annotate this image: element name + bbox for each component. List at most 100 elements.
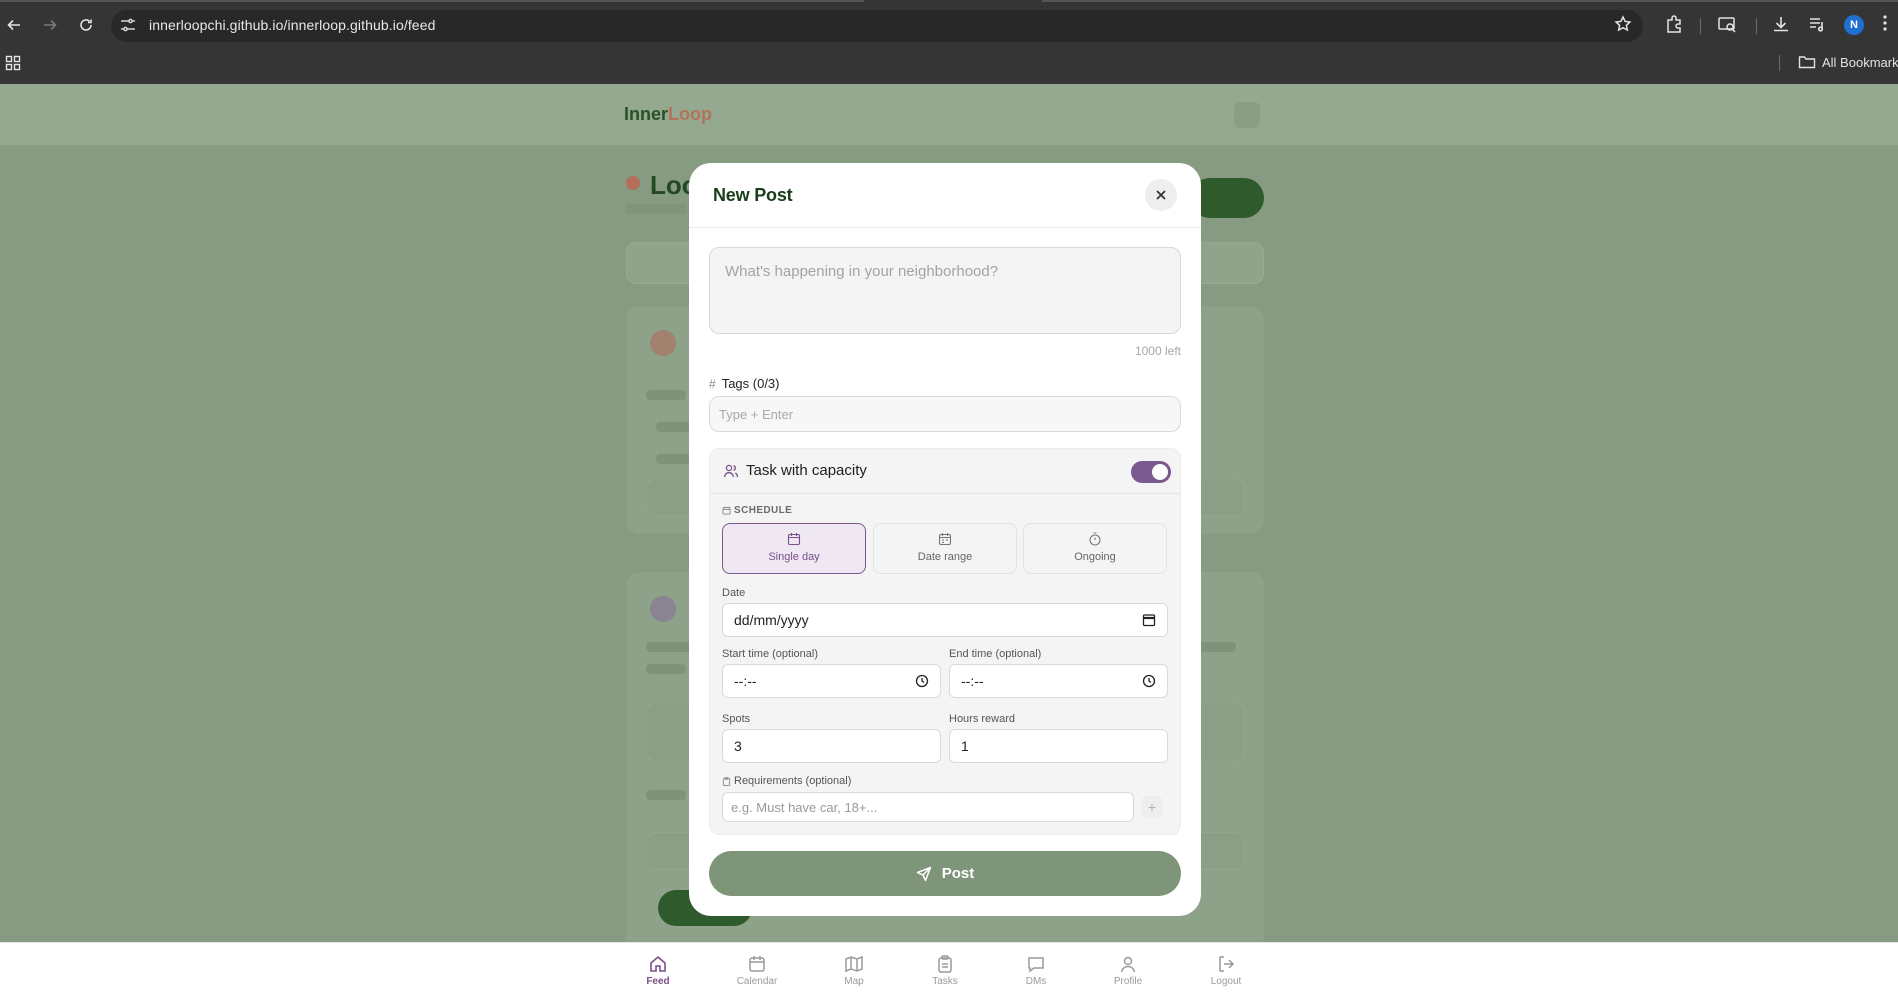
post-text-line xyxy=(1196,642,1236,652)
post-button[interactable]: Post xyxy=(709,851,1181,896)
url-text[interactable]: innerloopchi.github.io/innerloop.github.… xyxy=(149,17,435,33)
requirements-label: Requirements (optional) xyxy=(722,775,851,787)
forward-icon[interactable] xyxy=(39,14,61,36)
close-button[interactable] xyxy=(1145,179,1177,211)
logo-part-2: Loop xyxy=(668,104,712,124)
schedule-option-label: Ongoing xyxy=(1074,551,1116,563)
all-bookmarks-link[interactable]: All Bookmarks xyxy=(1822,55,1898,70)
nav-map[interactable]: Map xyxy=(824,943,884,993)
feed-subtitle xyxy=(626,204,686,214)
calendar-icon xyxy=(722,506,731,515)
toolbar-separator xyxy=(1756,18,1757,34)
app-header: InnerLoop xyxy=(0,84,1898,145)
chars-left-counter: 1000 left xyxy=(1134,344,1181,358)
date-input-value: dd/mm/yyyy xyxy=(734,612,809,628)
date-input[interactable]: dd/mm/yyyy xyxy=(722,603,1168,637)
more-menu-icon[interactable] xyxy=(1882,14,1892,36)
calendar-picker-icon[interactable] xyxy=(1142,613,1156,627)
nav-label: DMs xyxy=(1025,976,1047,987)
task-capacity-panel: Task with capacity SCHEDULE Single day D… xyxy=(709,448,1181,835)
site-settings-icon[interactable] xyxy=(119,16,139,36)
back-icon[interactable] xyxy=(3,14,25,36)
reload-icon[interactable] xyxy=(75,14,97,36)
extensions-icon[interactable] xyxy=(1664,14,1686,36)
clock-icon[interactable] xyxy=(915,674,929,688)
post-button-label: Post xyxy=(941,865,975,882)
app-logo[interactable]: InnerLoop xyxy=(624,104,712,125)
map-icon xyxy=(845,955,863,973)
home-icon xyxy=(650,955,666,972)
location-pin-icon xyxy=(626,176,640,190)
avatar xyxy=(650,596,676,622)
hours-reward-label: Hours reward xyxy=(949,713,1016,725)
requirements-input[interactable]: e.g. Must have car, 18+... xyxy=(722,792,1134,822)
tags-input[interactable] xyxy=(709,396,1181,432)
message-icon xyxy=(1028,957,1044,973)
bookmark-star-icon[interactable] xyxy=(1614,15,1636,37)
hours-reward-input[interactable]: 1 xyxy=(949,729,1168,763)
add-requirement-button[interactable]: + xyxy=(1141,796,1163,818)
profile-avatar[interactable]: N xyxy=(1844,15,1864,35)
logo-part-1: Inner xyxy=(624,104,669,124)
requirements-label-text: Requirements (optional) xyxy=(734,775,852,787)
task-capacity-label: Task with capacity xyxy=(746,462,867,479)
bottom-nav: Feed Calendar Map Tasks DMs Profile Logo… xyxy=(0,942,1898,993)
tab-strip-edge xyxy=(0,0,864,2)
bookmarks-separator xyxy=(1779,55,1780,71)
schedule-label-text: SCHEDULE xyxy=(734,505,793,516)
post-text-line xyxy=(646,790,686,800)
media-controls-icon[interactable] xyxy=(1807,14,1829,36)
toggle-knob xyxy=(1152,464,1168,480)
nav-calendar[interactable]: Calendar xyxy=(727,943,787,993)
clipboard-icon xyxy=(722,776,731,786)
apps-grid-icon[interactable] xyxy=(5,55,21,71)
send-icon xyxy=(916,866,931,881)
schedule-option-label: Date range xyxy=(917,551,973,563)
spots-input[interactable]: 3 xyxy=(722,729,941,763)
schedule-single-day[interactable]: Single day xyxy=(722,523,866,574)
nav-label: Tasks xyxy=(932,976,958,987)
calendar-icon xyxy=(787,533,801,546)
nav-label: Map xyxy=(844,976,864,987)
hash-icon: # xyxy=(709,376,716,391)
tab-strip-edge xyxy=(1042,0,1898,2)
task-capacity-header: Task with capacity xyxy=(710,449,1180,494)
download-icon[interactable] xyxy=(1771,14,1793,36)
nav-label: Calendar xyxy=(736,976,778,987)
task-capacity-toggle[interactable] xyxy=(1131,461,1171,483)
requirements-placeholder: e.g. Must have car, 18+... xyxy=(731,799,878,815)
avatar xyxy=(650,330,676,356)
end-time-value: --:-- xyxy=(961,673,984,689)
tab-search-icon[interactable] xyxy=(1717,14,1739,36)
nav-logout[interactable]: Logout xyxy=(1196,943,1256,993)
nav-feed[interactable]: Feed xyxy=(628,943,688,993)
timer-icon xyxy=(1089,532,1101,546)
clock-icon[interactable] xyxy=(1142,674,1156,688)
new-post-button[interactable] xyxy=(1190,178,1264,218)
schedule-ongoing[interactable]: Ongoing xyxy=(1023,523,1167,574)
modal-header: New Post xyxy=(689,163,1201,228)
end-time-label: End time (optional) xyxy=(949,648,1042,660)
calendar-icon xyxy=(749,956,765,972)
logout-icon xyxy=(1219,956,1235,972)
post-text-line xyxy=(646,664,686,674)
schedule-date-range[interactable]: Date range xyxy=(873,523,1017,574)
post-text-line xyxy=(646,390,686,400)
hours-reward-value: 1 xyxy=(961,738,969,754)
tags-label: # Tags (0/3) xyxy=(709,376,780,391)
close-icon xyxy=(1156,190,1166,200)
header-menu-button[interactable] xyxy=(1234,102,1260,128)
nav-dms[interactable]: DMs xyxy=(1006,943,1066,993)
spots-label: Spots xyxy=(722,713,751,725)
nav-tasks[interactable]: Tasks xyxy=(915,943,975,993)
bookmarks-bar xyxy=(0,50,1898,84)
modal-title: New Post xyxy=(713,185,793,205)
date-label: Date xyxy=(722,587,746,599)
end-time-input[interactable]: --:-- xyxy=(949,664,1168,698)
start-time-input[interactable]: --:-- xyxy=(722,664,941,698)
nav-label: Feed xyxy=(646,976,670,987)
users-icon xyxy=(723,464,739,478)
post-text-input[interactable] xyxy=(709,247,1181,334)
folder-icon[interactable] xyxy=(1798,54,1816,70)
nav-profile[interactable]: Profile xyxy=(1098,943,1158,993)
